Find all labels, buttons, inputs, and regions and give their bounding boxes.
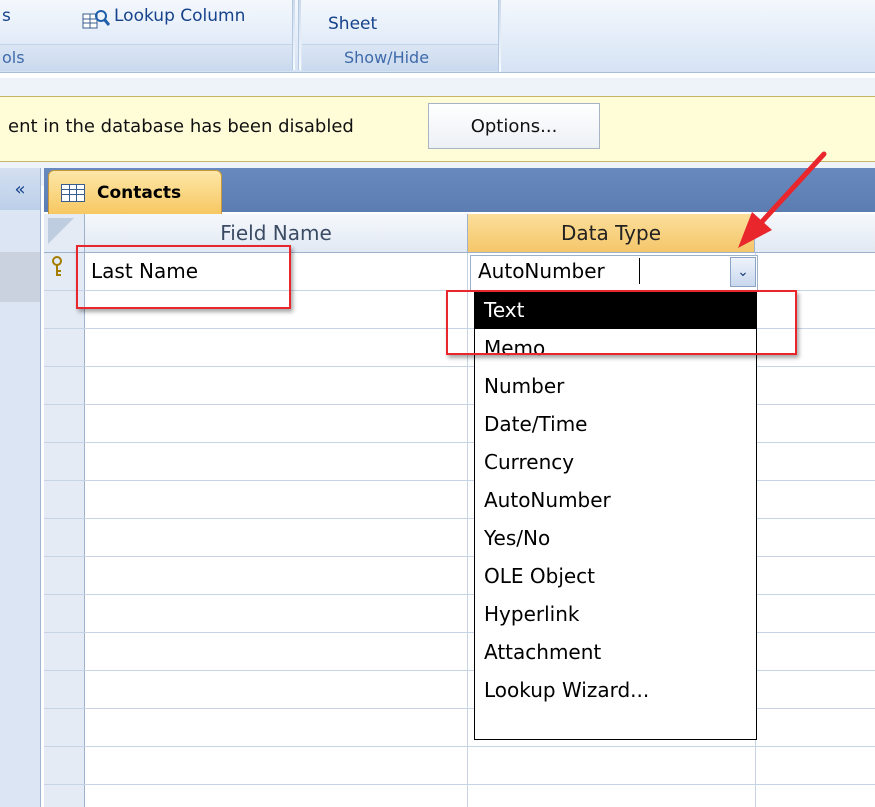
option-date-time[interactable]: Date/Time [475, 405, 756, 443]
options-button[interactable]: Options... [428, 103, 600, 149]
dropdown-button[interactable]: ⌄ [730, 257, 756, 287]
grid-line [44, 746, 875, 747]
lookup-column-icon [82, 8, 111, 30]
tab-contacts-label: Contacts [97, 183, 182, 203]
ribbon-partial-label: s [2, 6, 11, 26]
nav-shutter-button[interactable]: « [0, 168, 40, 210]
text-caret [639, 258, 640, 284]
option-ole-object[interactable]: OLE Object [475, 557, 756, 595]
option-hyperlink[interactable]: Hyperlink [475, 595, 756, 633]
annotation-box-text-option [446, 290, 797, 355]
nav-pane-item[interactable] [0, 252, 40, 302]
property-sheet-button[interactable]: Sheet [328, 14, 377, 34]
annotation-box-field-name [76, 245, 291, 309]
option-attachment[interactable]: Attachment [475, 633, 756, 671]
ribbon-separator [298, 0, 301, 70]
column-header-data-type[interactable]: Data Type [468, 214, 755, 253]
ribbon-separator [292, 0, 295, 70]
lookup-column-button[interactable]: Lookup Column [114, 6, 245, 26]
chevron-down-icon: ⌄ [737, 264, 749, 280]
tools-group-label: ols [2, 48, 25, 67]
option-number[interactable]: Number [475, 367, 756, 405]
data-type-value[interactable]: AutoNumber [478, 259, 605, 283]
ribbon-separator [498, 0, 501, 72]
option-lookup-wizard[interactable]: Lookup Wizard... [475, 671, 756, 709]
grid-line [44, 784, 875, 785]
security-warning-text: ent in the database has been disabled [8, 116, 354, 137]
annotation-arrow-icon [728, 150, 838, 254]
option-autonumber[interactable]: AutoNumber [475, 481, 756, 519]
data-type-dropdown-list: Text Memo Number Date/Time Currency Auto… [474, 290, 757, 740]
tab-contacts[interactable]: Contacts [48, 170, 222, 215]
ribbon-group-bar-tools [0, 44, 292, 71]
show-hide-group-label: Show/Hide [344, 48, 430, 67]
option-yes-no[interactable]: Yes/No [475, 519, 756, 557]
table-icon [61, 184, 85, 202]
primary-key-icon [50, 256, 64, 282]
option-currency[interactable]: Currency [475, 443, 756, 481]
